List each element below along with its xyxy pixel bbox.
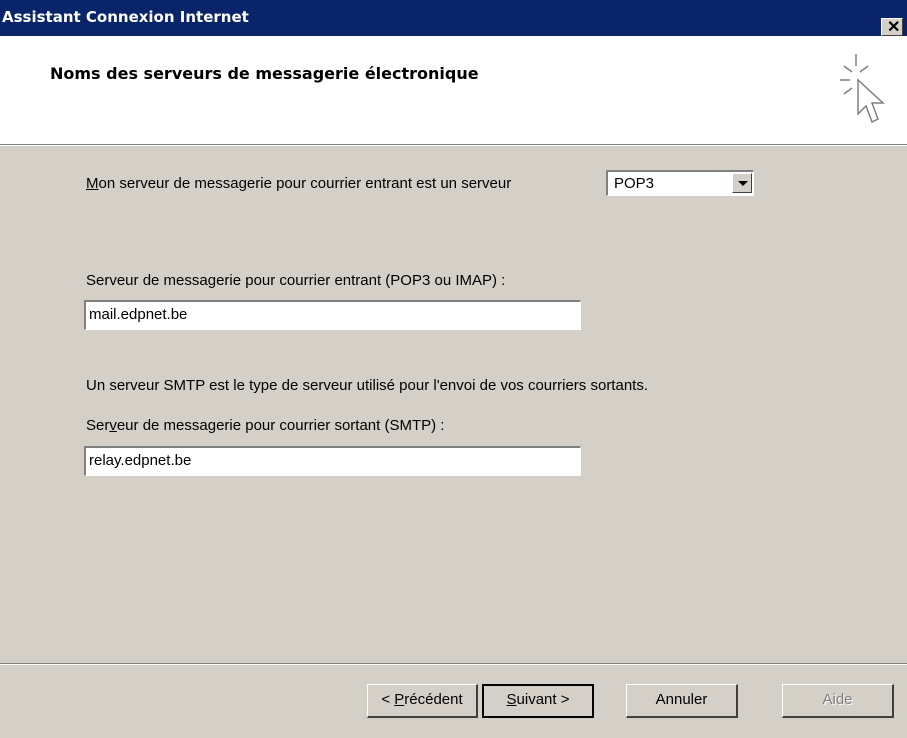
chevron-down-icon[interactable] xyxy=(732,173,752,193)
cancel-button[interactable]: Annuler xyxy=(626,684,738,718)
next-button[interactable]: Suivant > xyxy=(482,684,594,718)
incoming-server-input[interactable]: mail.edpnet.be xyxy=(84,300,581,330)
page-title: Noms des serveurs de messagerie électron… xyxy=(50,64,479,83)
server-type-select[interactable]: POP3 xyxy=(606,170,754,196)
wizard-header: Noms des serveurs de messagerie électron… xyxy=(0,36,907,144)
window-title: Assistant Connexion Internet xyxy=(2,8,249,26)
close-icon: ✕ xyxy=(887,19,901,36)
server-type-value: POP3 xyxy=(614,175,655,192)
incoming-type-label: Mon serveur de messagerie pour courrier … xyxy=(86,175,512,192)
close-button[interactable]: ✕ xyxy=(881,18,903,36)
title-bar: Assistant Connexion Internet ✕ xyxy=(0,0,907,36)
incoming-server-label: Serveur de messagerie pour courrier entr… xyxy=(86,272,506,289)
back-button[interactable]: < Précédent xyxy=(367,684,478,718)
outgoing-server-label: Serveur de messagerie pour courrier sort… xyxy=(86,417,445,434)
smtp-info-text: Un serveur SMTP est le type de serveur u… xyxy=(86,377,648,394)
cursor-sparkle-icon xyxy=(840,54,885,124)
outgoing-server-input[interactable]: relay.edpnet.be xyxy=(84,446,581,476)
help-button[interactable]: Aide xyxy=(782,684,894,718)
